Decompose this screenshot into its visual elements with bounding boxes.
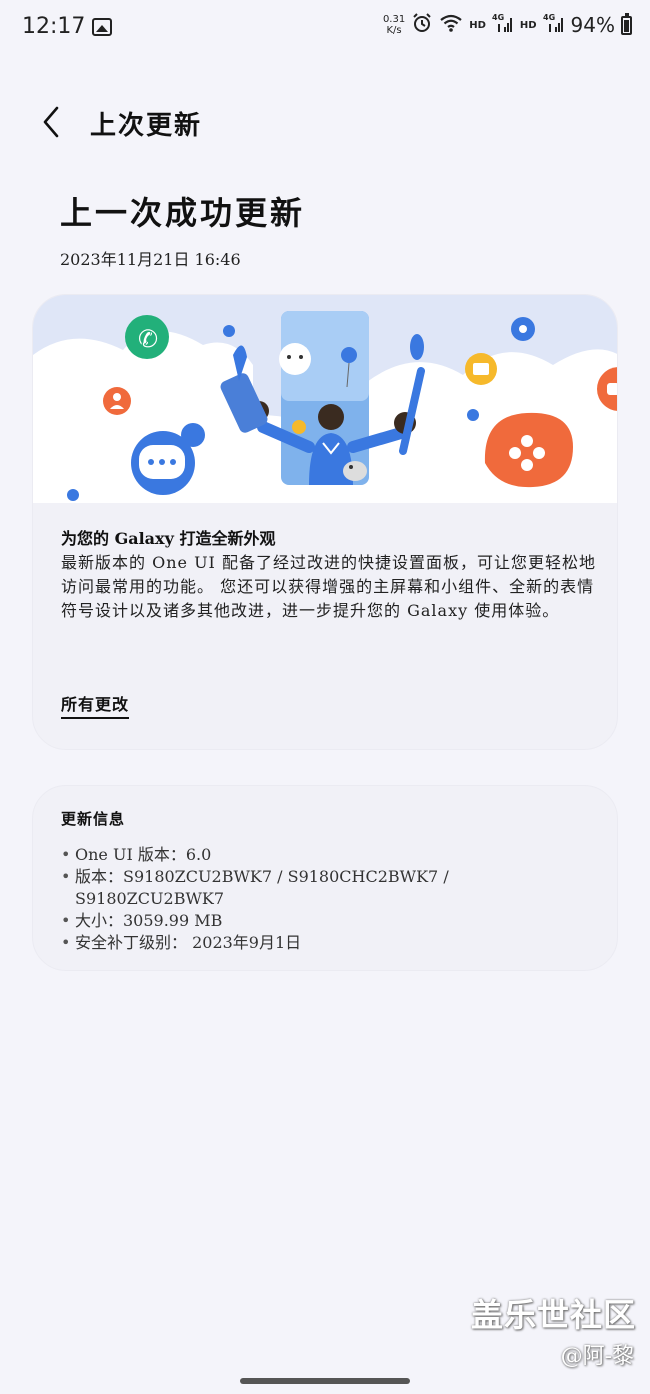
wifi-icon: [439, 13, 463, 37]
hd-indicator-1: HD: [469, 19, 486, 31]
status-time: 12:17: [22, 14, 86, 39]
svg-text:4G: 4G: [492, 13, 504, 22]
battery-percent: 94%: [570, 13, 615, 37]
network-speed-unit: K/s: [386, 25, 402, 36]
status-bar: 12:17 0.31 K/s HD 4G HD 4G 94%: [0, 0, 650, 60]
feature-card: ✆ 为您的 Galaxy 打造全新外观 最新版本的 One UI 配备了经过改进…: [32, 294, 618, 750]
one-ui-illustration: ✆: [33, 295, 617, 503]
update-info-card: 更新信息 One UI 版本：6.0 版本：S9180ZCU2BWK7 / S9…: [32, 785, 618, 971]
app-header: 上次更新: [0, 92, 650, 152]
battery-icon: [621, 12, 632, 35]
signal-icon-2: 4G: [543, 12, 565, 38]
svg-text:4G: 4G: [543, 13, 555, 22]
feature-heading: 为您的 Galaxy 打造全新外观: [61, 529, 276, 548]
watermark-logo: 盖乐世社区: [470, 1296, 636, 1334]
hd-indicator-2: HD: [519, 19, 537, 31]
network-speed-value: 0.31: [382, 14, 406, 25]
last-successful-update-title: 上一次成功更新: [60, 194, 306, 232]
network-speed: 0.31 K/s: [383, 14, 405, 36]
info-size: 大小：3059.99 MB: [61, 910, 601, 932]
gallery-notification-icon: [92, 18, 112, 36]
watermark-user: @阿-黎: [560, 1344, 634, 1369]
alarm-icon: [411, 12, 433, 38]
update-date: 2023年11月21日 16:46: [60, 250, 241, 269]
info-one-ui-version: One UI 版本：6.0: [61, 844, 601, 866]
page-title: 上次更新: [90, 111, 203, 141]
gesture-navigation-handle[interactable]: [240, 1378, 410, 1384]
update-info-title: 更新信息: [61, 810, 126, 828]
back-button[interactable]: [36, 102, 66, 142]
screen: 12:17 0.31 K/s HD 4G HD 4G 94% 上次更新 上一次成…: [0, 0, 650, 1394]
feature-description: 最新版本的 One UI 配备了经过改进的快捷设置面板，可让您更轻松地访问最常用…: [61, 553, 596, 620]
info-security-patch: 安全补丁级别： 2023年9月1日: [61, 932, 601, 954]
update-info-list: One UI 版本：6.0 版本：S9180ZCU2BWK7 / S9180CH…: [61, 844, 601, 954]
status-indicators: 0.31 K/s HD 4G HD 4G 94%: [383, 12, 632, 38]
all-changes-link[interactable]: 所有更改: [61, 691, 130, 719]
info-build-version: 版本：S9180ZCU2BWK7 / S9180CHC2BWK7 / S9180…: [61, 866, 601, 910]
signal-icon-1: 4G: [492, 12, 514, 38]
svg-text:✆: ✆: [138, 325, 158, 353]
chevron-left-icon: [43, 106, 59, 138]
